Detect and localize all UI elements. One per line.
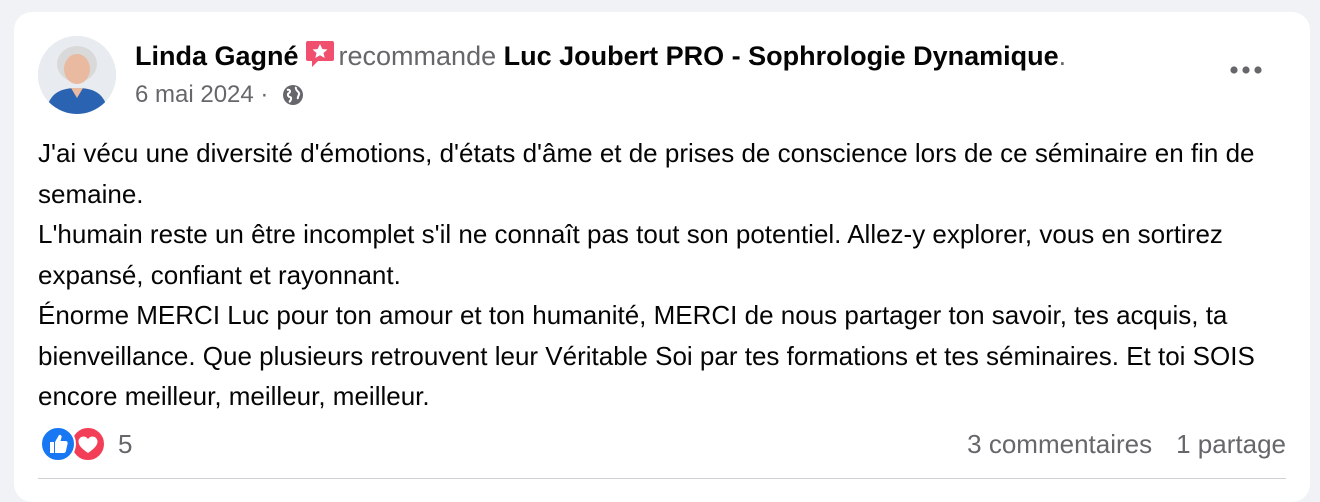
more-options-button[interactable] bbox=[1222, 52, 1270, 88]
reactions-summary[interactable]: 5 bbox=[40, 425, 132, 463]
post-card: Linda Gagné recommande Luc Joubert PRO - … bbox=[14, 12, 1310, 502]
reaction-count: 5 bbox=[118, 428, 133, 459]
comments-count-link[interactable]: 3 commentaires bbox=[967, 429, 1152, 459]
post-date[interactable]: 6 mai 2024 bbox=[135, 81, 254, 108]
meta-separator: · bbox=[260, 81, 269, 108]
post-meta: 6 mai 2024 · bbox=[135, 79, 305, 111]
post-paragraph: Énorme MERCI Luc pour ton amour et ton h… bbox=[38, 300, 1255, 411]
engagement-stats: 3 commentaires 1 partage bbox=[967, 424, 1286, 464]
post-body: J'ai vécu une diversité d'émotions, d'ét… bbox=[38, 133, 1278, 417]
recommended-page-name[interactable]: Luc Joubert PRO - Sophrologie Dynamique bbox=[504, 41, 1059, 71]
recommends-verb: recommande bbox=[338, 41, 497, 71]
star-badge-icon bbox=[305, 39, 335, 69]
header-period: . bbox=[1058, 41, 1067, 71]
post-paragraph: L'humain reste un être incomplet s'il ne… bbox=[38, 219, 1223, 290]
author-avatar[interactable] bbox=[38, 36, 116, 114]
globe-icon bbox=[281, 83, 305, 107]
like-icon bbox=[40, 426, 76, 462]
shares-count-link[interactable]: 1 partage bbox=[1176, 429, 1286, 459]
post-header-line: Linda Gagné recommande Luc Joubert PRO - … bbox=[135, 39, 1066, 73]
more-options-icon bbox=[1230, 66, 1262, 74]
post-paragraph: J'ai vécu une diversité d'émotions, d'ét… bbox=[38, 138, 1255, 209]
divider bbox=[38, 478, 1286, 479]
author-name[interactable]: Linda Gagné bbox=[135, 41, 299, 71]
